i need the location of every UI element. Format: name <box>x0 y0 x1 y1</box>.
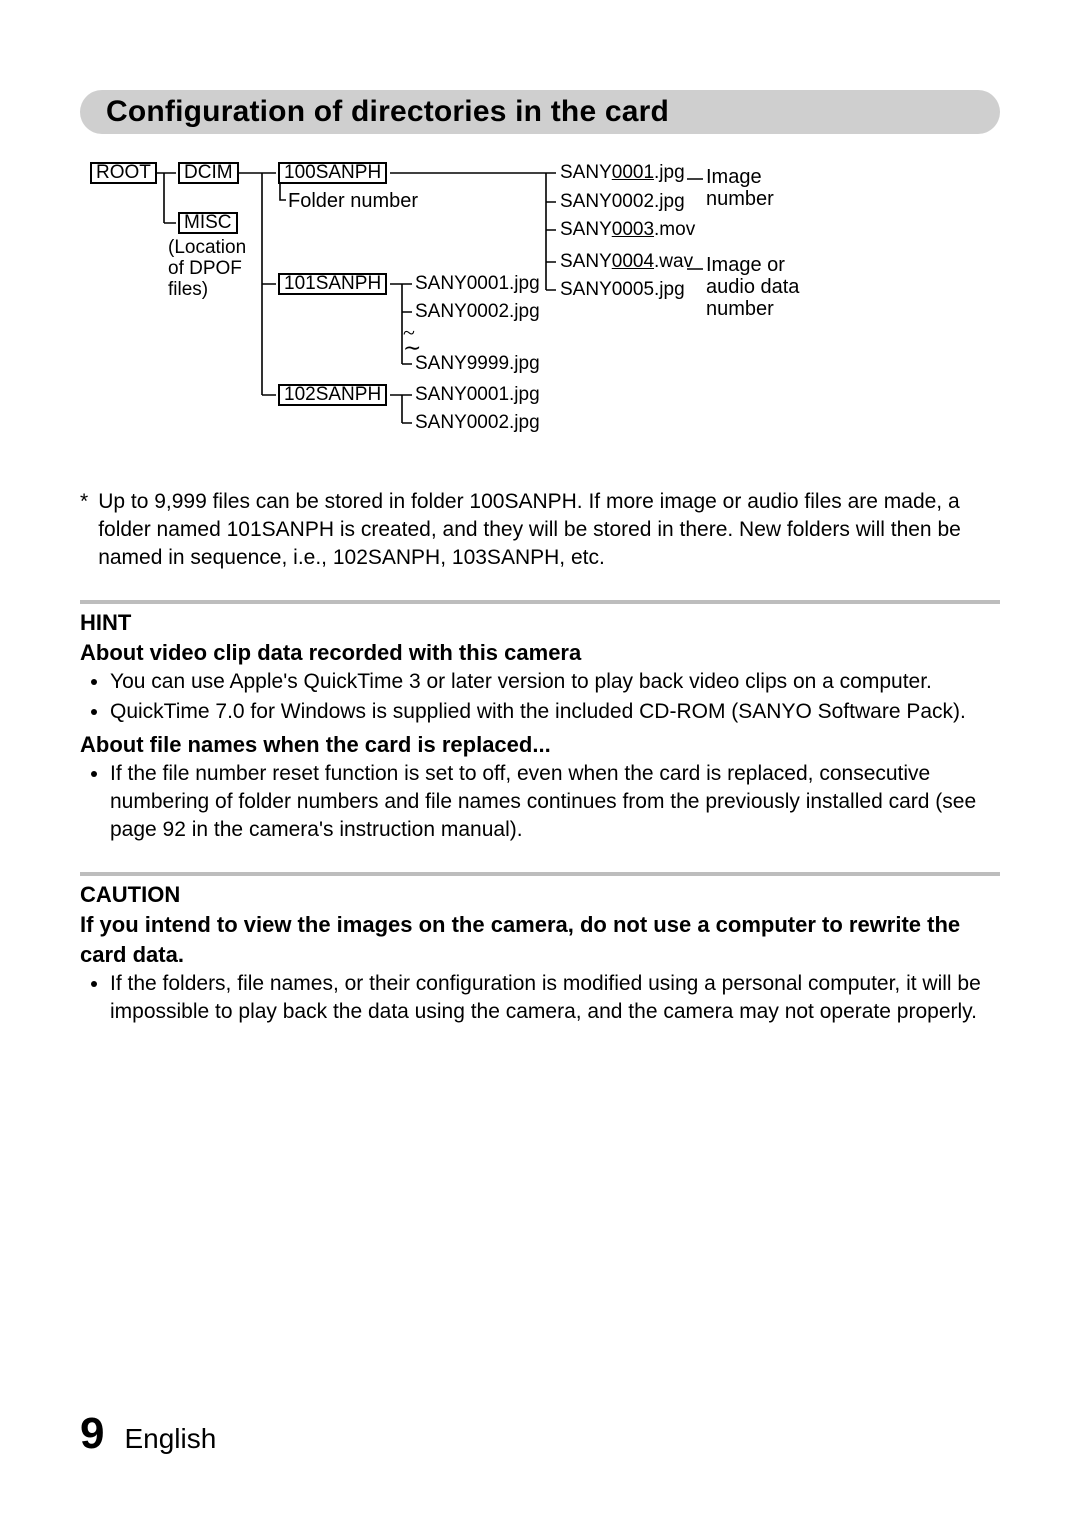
file-100-5: SANY0005.jpg <box>560 279 685 301</box>
list-item: If the file number reset function is set… <box>110 760 1000 844</box>
audio-number-l1: Image or <box>706 254 785 276</box>
hint-list-2: If the file number reset function is set… <box>88 760 1000 844</box>
section-header: Configuration of directories in the card <box>80 90 1000 134</box>
page-language: English <box>124 1423 216 1455</box>
file-100-3: SANY0003.mov <box>560 219 695 241</box>
directory-tree-diagram: ROOT DCIM MISC (Location of DPOF files) … <box>80 162 1000 462</box>
tree-node-root: ROOT <box>90 162 157 184</box>
file-101-2: SANY0002.jpg <box>415 301 540 323</box>
misc-note-l2: of DPOF <box>168 258 242 280</box>
tree-node-101sanph: 101SANPH <box>278 273 387 295</box>
asterisk-text: Up to 9,999 files can be stored in folde… <box>98 488 1000 572</box>
misc-note-l3: files) <box>168 279 208 301</box>
file-prefix: SANY <box>560 162 612 183</box>
file-ext: .wav <box>654 251 693 272</box>
hint-sub2: About file names when the card is replac… <box>80 730 1000 760</box>
file-101-last: SANY9999.jpg <box>415 353 540 375</box>
folder-number-label: Folder number <box>288 190 418 212</box>
asterisk-marker: * <box>80 488 88 572</box>
page-footer: 9 English <box>80 1409 216 1459</box>
file-100-2: SANY0002.jpg <box>560 191 685 213</box>
file-100-4: SANY0004.wav <box>560 251 693 273</box>
divider <box>80 872 1000 876</box>
list-item: If the folders, file names, or their con… <box>110 970 1000 1026</box>
file-100-1: SANY0001.jpg <box>560 162 685 184</box>
file-number: 0003 <box>612 219 654 240</box>
hint-list-1: You can use Apple's QuickTime 3 or later… <box>88 668 1000 726</box>
caution-sub: If you intend to view the images on the … <box>80 910 1000 970</box>
misc-note-l1: (Location <box>168 237 246 259</box>
hint-title: HINT <box>80 610 1000 636</box>
file-prefix: SANY <box>560 219 612 240</box>
audio-number-l3: number <box>706 298 774 320</box>
file-number: 0004 <box>612 251 654 272</box>
list-item: You can use Apple's QuickTime 3 or later… <box>110 668 1000 696</box>
file-ext: .mov <box>654 219 695 240</box>
page-number: 9 <box>80 1409 104 1459</box>
asterisk-note: * Up to 9,999 files can be stored in fol… <box>80 488 1000 572</box>
tree-node-100sanph: 100SANPH <box>278 162 387 184</box>
file-102-2: SANY0002.jpg <box>415 412 540 434</box>
hint-sub1: About video clip data recorded with this… <box>80 638 1000 668</box>
audio-number-l2: audio data <box>706 276 799 298</box>
tree-node-102sanph: 102SANPH <box>278 384 387 406</box>
tree-node-misc: MISC <box>178 212 238 234</box>
image-number-l2: number <box>706 188 774 210</box>
file-number: 0001 <box>612 162 654 183</box>
image-number-l1: Image <box>706 166 762 188</box>
list-item: QuickTime 7.0 for Windows is supplied wi… <box>110 698 1000 726</box>
manual-page: Configuration of directories in the card <box>0 0 1080 1521</box>
tree-node-dcim: DCIM <box>178 162 239 184</box>
file-101-1: SANY0001.jpg <box>415 273 540 295</box>
divider <box>80 600 1000 604</box>
file-102-1: SANY0001.jpg <box>415 384 540 406</box>
file-ext: .jpg <box>654 162 685 183</box>
file-prefix: SANY <box>560 251 612 272</box>
caution-title: CAUTION <box>80 882 1000 908</box>
caution-list: If the folders, file names, or their con… <box>88 970 1000 1026</box>
